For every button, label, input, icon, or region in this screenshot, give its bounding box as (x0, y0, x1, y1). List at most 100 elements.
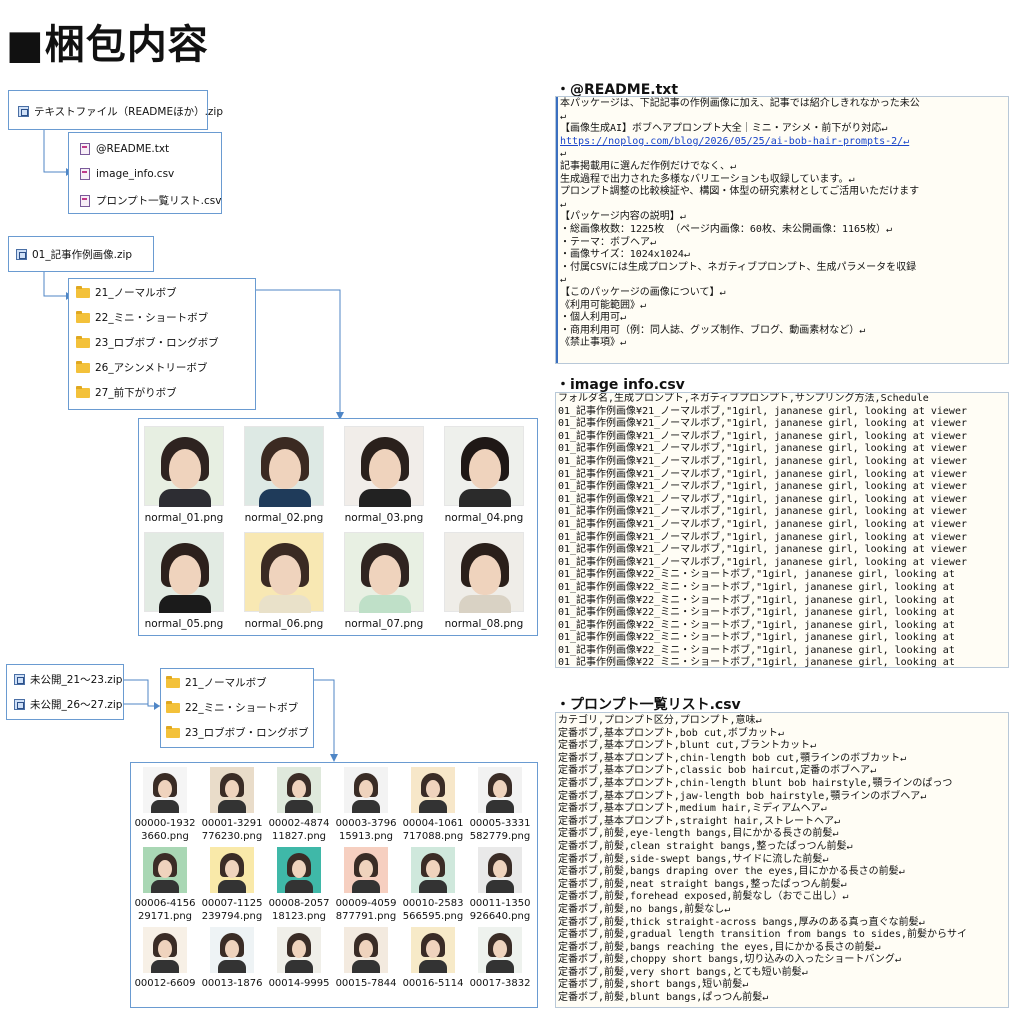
image-thumbnail[interactable] (210, 767, 254, 813)
zip-item-text-files[interactable]: テキストファイル（READMEほか）.zip (18, 104, 223, 119)
image-filename: 00000-1932 3660.png (132, 817, 198, 843)
zip-label: 未公開_21〜23.zip (30, 674, 123, 686)
image-filename: normal_01.png (144, 512, 224, 524)
image-thumbnail[interactable] (210, 847, 254, 893)
zip-item-article-images[interactable]: 01_記事作例画像.zip (16, 247, 132, 262)
text-line: 定番ボブ,基本プロンプト,chin-length bob cut,顎ラインのボブ… (558, 752, 907, 764)
prompt-list-text-pane[interactable]: カテゴリ,プロンプト区分,プロンプト,意味↵ 定番ボブ,基本プロンプト,bob c… (555, 712, 1009, 1008)
image-thumbnail[interactable] (144, 532, 224, 613)
filename-part: 11827.png (271, 831, 327, 842)
image-info-heading: ・image info.csv (556, 377, 685, 393)
image-filename: 00003-3796 15913.png (333, 817, 399, 843)
image-filename: 00010-2583 566595.png (400, 897, 466, 923)
image-filename: 00008-2057 18123.png (266, 897, 332, 923)
text-line: 定番ボブ,前髪,forehead exposed,前髪なし（おでこ出し）↵ (558, 891, 849, 903)
image-thumbnail[interactable] (411, 767, 455, 813)
folder-item[interactable]: 21_ノーマルボブ (76, 285, 177, 300)
zip-label: テキストファイル（READMEほか）.zip (34, 106, 224, 118)
csv-file-icon (80, 194, 90, 207)
text-line: 01_記事作例画像¥22_ミニ・ショートボブ,"1girl, jananese … (558, 569, 955, 581)
text-line: 01_記事作例画像¥22_ミニ・ショートボブ,"1girl, jananese … (558, 594, 955, 606)
image-thumbnail[interactable] (478, 847, 522, 893)
filename-part: 29171.png (137, 911, 193, 922)
image-thumbnail[interactable] (244, 426, 324, 507)
image-filename: 00014-9995 (266, 977, 332, 990)
image-filename: 00004-1061 717088.png (400, 817, 466, 843)
file-item[interactable]: @README.txt (80, 143, 169, 155)
image-filename: 00017-3832 (467, 977, 533, 990)
text-line: 【画像生成AI】ボブヘアプロンプト大全｜ミニ・アシメ・前下がり対応↵ (560, 123, 888, 135)
filename-part: 00004-1061 (402, 818, 464, 829)
image-thumbnail[interactable] (143, 927, 187, 973)
image-thumbnail[interactable] (444, 426, 524, 507)
filename-part: 00002-4874 (268, 818, 330, 829)
text-line: 【パッケージ内容の説明】↵ (560, 211, 686, 223)
text-line: 《禁止事項》↵ (560, 337, 627, 349)
folder-item[interactable]: 22_ミニ・ショートボブ (76, 310, 208, 325)
folder-icon (76, 385, 90, 398)
image-thumbnail[interactable] (344, 426, 424, 507)
image-filename: normal_06.png (244, 618, 324, 630)
folder-icon (166, 725, 180, 738)
image-thumbnail[interactable] (144, 426, 224, 507)
file-item[interactable]: image_info.csv (80, 168, 174, 180)
filename-part: 00015-7844 (335, 978, 397, 989)
text-line: ・個人利用可↵ (560, 312, 627, 324)
image-filename: normal_02.png (244, 512, 324, 524)
image-thumbnail[interactable] (143, 767, 187, 813)
image-thumbnail[interactable] (478, 927, 522, 973)
filename-part: 239794.png (201, 911, 263, 922)
folder-item[interactable]: 21_ノーマルボブ (166, 675, 267, 690)
text-line: https://noplog.com/blog/2026/05/25/ai-bo… (560, 135, 910, 147)
image-thumbnail[interactable] (277, 767, 321, 813)
text-line: 記事掲載用に選んだ作例だけでなく、↵ (560, 160, 737, 172)
image-thumbnail[interactable] (277, 847, 321, 893)
folder-label: 21_ノーマルボブ (95, 287, 177, 299)
image-thumbnail[interactable] (411, 847, 455, 893)
folder-label: 26_アシンメトリーボブ (95, 362, 208, 374)
text-line: ・総画像枚数：1225枚 （ページ内画像：60枚、未公開画像：1165枚）↵ (560, 223, 893, 235)
image-thumbnail[interactable] (277, 927, 321, 973)
folder-label: 27_前下がりボブ (95, 387, 177, 399)
text-line: ・商用利用可（例：同人誌、グッズ制作、ブログ、動画素材など）↵ (560, 324, 866, 336)
folder-label: 23_ロブボブ・ロングボブ (95, 337, 219, 349)
image-thumbnail[interactable] (210, 927, 254, 973)
text-line: 01_記事作例画像¥22_ミニ・ショートボブ,"1girl, jananese … (558, 607, 955, 619)
image-thumbnail[interactable] (143, 847, 187, 893)
image-filename: 00015-7844 (333, 977, 399, 990)
text-line: ↵ (560, 274, 567, 286)
folder-item[interactable]: 27_前下がりボブ (76, 385, 177, 400)
image-thumbnail[interactable] (411, 927, 455, 973)
image-filename: 00005-3331 582779.png (467, 817, 533, 843)
image-filename: 00002-4874 11827.png (266, 817, 332, 843)
image-filename: 00012-6609 (132, 977, 198, 990)
filename-part: 877791.png (335, 911, 397, 922)
image-thumbnail[interactable] (478, 767, 522, 813)
text-line: 定番ボブ,前髪,bangs reaching the eyes,目にかかる長さの… (558, 941, 881, 953)
file-item[interactable]: プロンプト一覧リスト.csv (80, 193, 221, 208)
zip-icon (16, 249, 27, 260)
image-thumbnail[interactable] (444, 532, 524, 613)
prompt-list-heading: ・プロンプト一覧リスト.csv (556, 697, 741, 713)
image-info-text-pane[interactable]: フォルダ名,生成プロンプト,ネガティブプロンプト,サンプリング方法,Schedu… (555, 392, 1009, 668)
image-thumbnail[interactable] (344, 767, 388, 813)
image-filename: normal_08.png (444, 618, 524, 630)
text-line: 01_記事作例画像¥22_ミニ・ショートボブ,"1girl, jananese … (558, 657, 955, 668)
zip-item-unpublished-21-23[interactable]: 未公開_21〜23.zip (14, 672, 122, 687)
image-filename: 00011-1350 926640.png (467, 897, 533, 923)
folder-item[interactable]: 22_ミニ・ショートボブ (166, 700, 298, 715)
zip-item-unpublished-26-27[interactable]: 未公開_26〜27.zip (14, 697, 122, 712)
readme-text-pane[interactable]: 本パッケージは、下記記事の作例画像に加え、記事では紹介しきれなかった未公 ↵ 【画像… (555, 96, 1009, 364)
text-line: フォルダ名,生成プロンプト,ネガティブプロンプト,サンプリング方法,Schedu… (558, 393, 929, 404)
folder-item[interactable]: 23_ロブボブ・ロングボブ (76, 335, 219, 350)
image-thumbnail[interactable] (344, 847, 388, 893)
text-line: 01_記事作例画像¥22_ミニ・ショートボブ,"1girl, jananese … (558, 644, 955, 656)
image-filename: 00013-1876 (199, 977, 265, 990)
folder-item[interactable]: 23_ロブボブ・ロングボブ (166, 725, 309, 740)
image-thumbnail[interactable] (344, 532, 424, 613)
text-line: 生成過程で出力された多様なバリエーションも収録しています。↵ (560, 173, 855, 185)
image-thumbnail[interactable] (344, 927, 388, 973)
folder-item[interactable]: 26_アシンメトリーボブ (76, 360, 207, 375)
image-thumbnail[interactable] (244, 532, 324, 613)
text-line: 01_記事作例画像¥21_ノーマルボブ,"1girl, jananese gir… (558, 531, 967, 543)
